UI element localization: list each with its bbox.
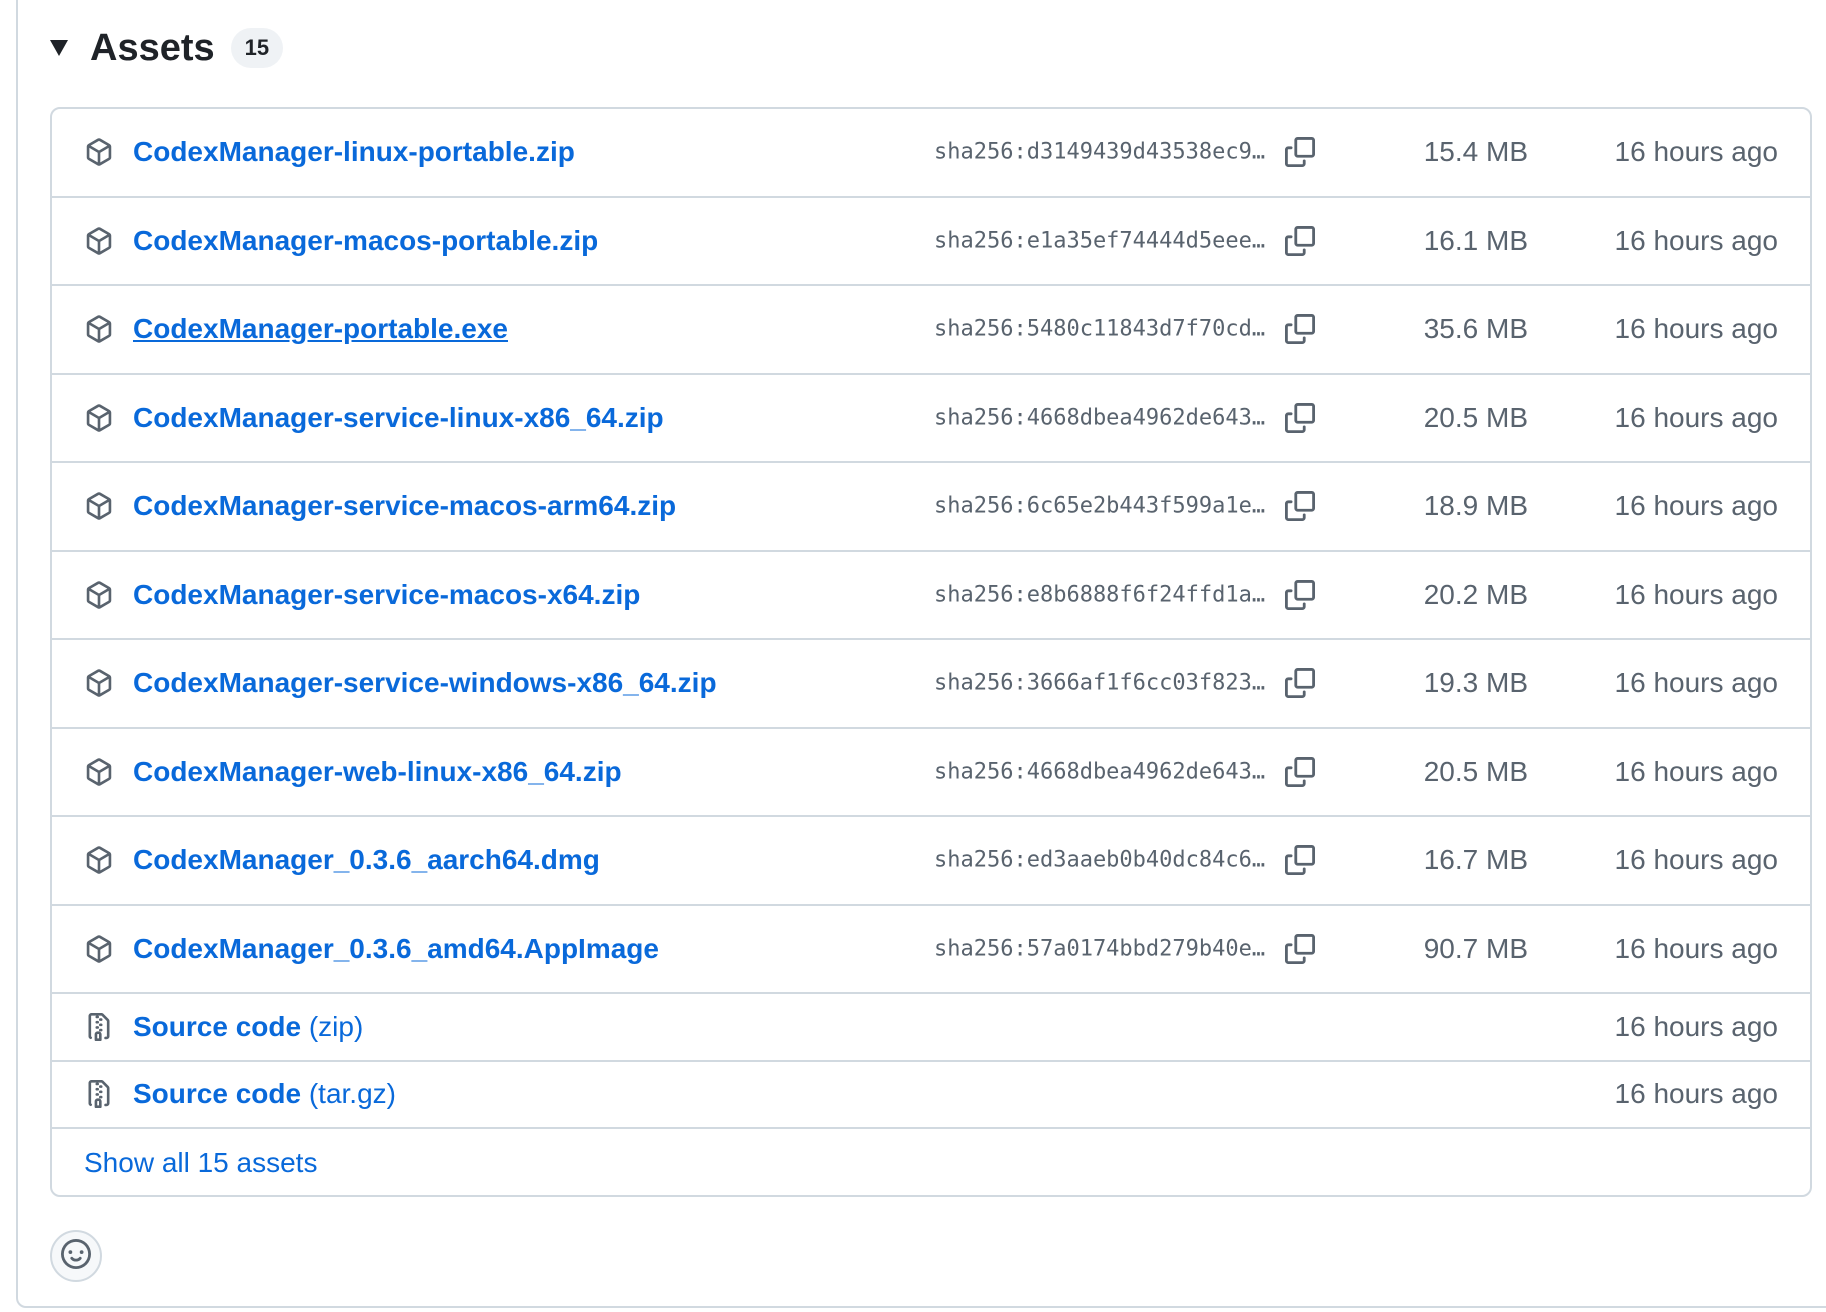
- asset-size: 20.5 MB: [1423, 401, 1528, 433]
- asset-link[interactable]: CodexManager-macos-portable.zip: [133, 225, 598, 257]
- show-all-assets-link[interactable]: Show all 15 assets: [84, 1147, 317, 1179]
- package-icon: [84, 757, 114, 787]
- asset-row: CodexManager-linux-portable.zip sha256:d…: [52, 109, 1810, 198]
- asset-link[interactable]: CodexManager-portable.exe: [133, 313, 508, 345]
- asset-time: 16 hours ago: [1614, 755, 1778, 787]
- package-icon: [84, 403, 114, 433]
- asset-row: CodexManager-service-linux-x86_64.zip sh…: [52, 375, 1810, 463]
- file-zip-icon: [84, 1079, 114, 1109]
- asset-size: 90.7 MB: [1423, 932, 1528, 964]
- asset-time: 16 hours ago: [1614, 401, 1778, 433]
- source-format: (tar.gz): [308, 1078, 396, 1110]
- asset-size: 20.2 MB: [1423, 578, 1528, 610]
- asset-time: 16 hours ago: [1614, 1010, 1778, 1042]
- asset-time: 16 hours ago: [1614, 578, 1778, 610]
- asset-link[interactable]: CodexManager-service-linux-x86_64.zip: [133, 402, 664, 434]
- package-icon: [84, 314, 114, 344]
- asset-sha: sha256:6c65e2b443f599a1e…: [934, 493, 1266, 519]
- asset-sha: sha256:4668dbea4962de643…: [934, 405, 1266, 431]
- asset-time: 16 hours ago: [1614, 136, 1778, 168]
- source-label: Source code: [133, 1078, 302, 1110]
- asset-sha: sha256:5480c11843d7f70cd…: [934, 316, 1266, 342]
- asset-link[interactable]: CodexManager-service-windows-x86_64.zip: [133, 667, 717, 699]
- asset-row: CodexManager-web-linux-x86_64.zip sha256…: [52, 729, 1810, 817]
- source-code-targz-link[interactable]: Source code (tar.gz): [133, 1078, 396, 1110]
- asset-time: 16 hours ago: [1614, 667, 1778, 699]
- source-row: Source code (tar.gz) 16 hours ago: [52, 1062, 1810, 1129]
- copy-icon[interactable]: [1280, 929, 1320, 969]
- asset-size: 16.1 MB: [1423, 224, 1528, 256]
- copy-icon[interactable]: [1280, 663, 1320, 703]
- copy-icon[interactable]: [1280, 752, 1320, 792]
- assets-list: CodexManager-linux-portable.zip sha256:d…: [50, 107, 1812, 1197]
- source-code-zip-link[interactable]: Source code (zip): [133, 1011, 363, 1043]
- asset-link[interactable]: CodexManager-service-macos-x64.zip: [133, 579, 640, 611]
- asset-sha: sha256:d3149439d43538ec9…: [934, 139, 1266, 165]
- assets-header[interactable]: Assets 15: [48, 20, 284, 76]
- package-icon: [84, 491, 114, 521]
- asset-link[interactable]: CodexManager_0.3.6_amd64.AppImage: [133, 933, 659, 965]
- asset-time: 16 hours ago: [1614, 1078, 1778, 1110]
- asset-row: CodexManager_0.3.6_amd64.AppImage sha256…: [52, 906, 1810, 994]
- package-icon: [84, 934, 114, 964]
- asset-sha: sha256:e8b6888f6f24ffd1a…: [934, 582, 1266, 608]
- assets-count-badge: 15: [230, 28, 284, 68]
- asset-size: 35.6 MB: [1423, 313, 1528, 345]
- asset-time: 16 hours ago: [1614, 844, 1778, 876]
- asset-link[interactable]: CodexManager-linux-portable.zip: [133, 136, 575, 168]
- asset-sha: sha256:ed3aaeb0b40dc84c6…: [934, 847, 1266, 873]
- add-reaction-button[interactable]: [50, 1230, 102, 1282]
- asset-sha: sha256:57a0174bbd279b40e…: [934, 936, 1266, 962]
- asset-row: CodexManager_0.3.6_aarch64.dmg sha256:ed…: [52, 817, 1810, 906]
- asset-link[interactable]: CodexManager-service-macos-arm64.zip: [133, 490, 676, 522]
- asset-time: 16 hours ago: [1614, 313, 1778, 345]
- asset-time: 16 hours ago: [1614, 224, 1778, 256]
- smiley-icon: [61, 1238, 91, 1274]
- source-row: Source code (zip) 16 hours ago: [52, 994, 1810, 1062]
- file-zip-icon: [84, 1012, 114, 1042]
- copy-icon[interactable]: [1280, 575, 1320, 615]
- source-format: (zip): [308, 1010, 364, 1042]
- copy-icon[interactable]: [1280, 398, 1320, 438]
- asset-size: 16.7 MB: [1423, 844, 1528, 876]
- asset-row: CodexManager-macos-portable.zip sha256:e…: [52, 198, 1810, 286]
- triangle-down-icon[interactable]: [48, 37, 70, 59]
- copy-icon[interactable]: [1280, 840, 1320, 880]
- package-icon: [84, 580, 114, 610]
- asset-sha: sha256:4668dbea4962de643…: [934, 759, 1266, 785]
- show-all-row: Show all 15 assets: [52, 1129, 1810, 1195]
- copy-icon[interactable]: [1280, 132, 1320, 172]
- asset-sha: sha256:e1a35ef74444d5eee…: [934, 228, 1266, 254]
- copy-icon[interactable]: [1280, 309, 1320, 349]
- asset-row: CodexManager-service-macos-arm64.zip sha…: [52, 463, 1810, 552]
- asset-time: 16 hours ago: [1614, 932, 1778, 964]
- package-icon: [84, 845, 114, 875]
- source-label: Source code: [133, 1010, 302, 1042]
- copy-icon[interactable]: [1280, 221, 1320, 261]
- asset-row: CodexManager-portable.exe sha256:5480c11…: [52, 286, 1810, 375]
- asset-link[interactable]: CodexManager_0.3.6_aarch64.dmg: [133, 844, 600, 876]
- asset-time: 16 hours ago: [1614, 490, 1778, 522]
- package-icon: [84, 137, 114, 167]
- asset-sha: sha256:3666af1f6cc03f823…: [934, 670, 1266, 696]
- asset-size: 19.3 MB: [1423, 667, 1528, 699]
- copy-icon[interactable]: [1280, 486, 1320, 526]
- assets-title: Assets: [90, 26, 215, 69]
- asset-link[interactable]: CodexManager-web-linux-x86_64.zip: [133, 756, 622, 788]
- asset-row: CodexManager-service-windows-x86_64.zip …: [52, 640, 1810, 729]
- asset-row: CodexManager-service-macos-x64.zip sha25…: [52, 552, 1810, 640]
- package-icon: [84, 668, 114, 698]
- asset-size: 15.4 MB: [1423, 136, 1528, 168]
- asset-size: 20.5 MB: [1423, 755, 1528, 787]
- asset-size: 18.9 MB: [1423, 490, 1528, 522]
- package-icon: [84, 226, 114, 256]
